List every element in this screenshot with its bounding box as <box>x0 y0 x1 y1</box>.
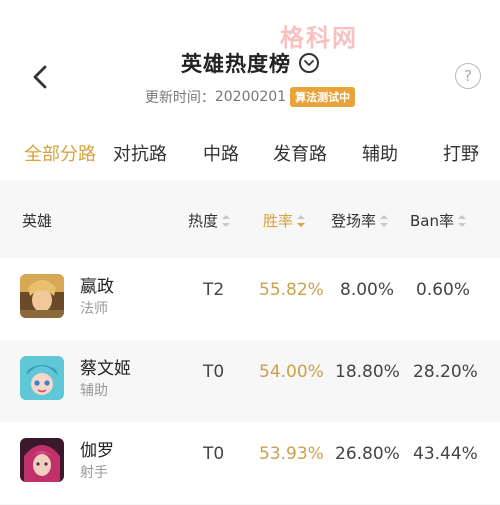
page-title: 英雄热度榜 <box>181 52 291 76</box>
column-hero-label: 英雄 <box>22 212 53 230</box>
tab-mid-lane[interactable]: 中路 <box>203 140 239 166</box>
hero-role: 射手 <box>80 465 108 481</box>
hero-name: 蔡文姬 <box>80 359 131 379</box>
title-row: 英雄热度榜 <box>0 46 500 80</box>
tab-clash-lane[interactable]: 对抗路 <box>113 140 167 166</box>
status-badge: 算法测试中 <box>290 87 356 107</box>
update-info: 更新时间： 20200201 算法测试中 <box>0 86 500 108</box>
tab-support[interactable]: 辅助 <box>362 140 398 166</box>
hero-name: 伽罗 <box>80 441 114 461</box>
win-rate-value: 53.93% <box>259 444 324 464</box>
column-pick-rate[interactable]: 登场率 <box>331 210 389 231</box>
hero-portrait-icon <box>20 356 64 400</box>
column-heat[interactable]: 热度 <box>188 210 231 231</box>
column-win-rate-label: 胜率 <box>263 212 294 230</box>
column-pick-rate-label: 登场率 <box>331 212 377 230</box>
column-ban-rate-label: Ban率 <box>410 212 454 230</box>
question-mark-icon: ? <box>464 67 472 85</box>
heat-tier: T0 <box>203 362 225 382</box>
sort-desc-icon <box>297 214 306 227</box>
hero-portrait-icon <box>20 438 64 482</box>
hero-role: 法师 <box>80 301 108 317</box>
sort-icon <box>380 214 389 227</box>
column-heat-label: 热度 <box>188 212 219 230</box>
update-label: 更新时间： <box>144 90 215 106</box>
table-row[interactable]: 嬴政 法师 T2 55.82% 8.00% 0.60% <box>0 258 500 340</box>
win-rate-value: 54.00% <box>259 362 324 382</box>
heat-tier: T0 <box>203 444 225 464</box>
hero-table: 英雄 热度 胜率 登场率 Ban率 嬴政 法师 T2 55.82% 8.00% … <box>0 180 500 505</box>
header: 格科网 英雄热度榜 更新时间： 20200201 算法测试中 ? <box>0 0 500 120</box>
pick-rate-value: 18.80% <box>335 362 400 382</box>
tab-all-lanes[interactable]: 全部分路 <box>24 140 96 166</box>
column-win-rate[interactable]: 胜率 <box>263 210 306 231</box>
tab-farm-lane[interactable]: 发育路 <box>273 140 327 166</box>
column-ban-rate[interactable]: Ban率 <box>410 210 466 231</box>
hero-ranking-page: 格科网 英雄热度榜 更新时间： 20200201 算法测试中 ? 全部分路 对抗… <box>0 0 500 505</box>
ban-rate-value: 0.60% <box>416 280 471 300</box>
hero-portrait-icon <box>20 274 64 318</box>
update-value: 20200201 <box>214 89 287 105</box>
hero-name: 嬴政 <box>80 277 114 297</box>
hero-role: 辅助 <box>80 383 108 399</box>
table-header: 英雄 热度 胜率 登场率 Ban率 <box>0 180 500 258</box>
table-row[interactable]: 伽罗 射手 T0 53.93% 26.80% 43.44% <box>0 422 500 504</box>
chevron-down-icon <box>304 60 314 66</box>
sort-icon <box>222 214 231 227</box>
win-rate-value: 55.82% <box>259 280 324 300</box>
column-hero: 英雄 <box>22 210 52 231</box>
tab-jungle[interactable]: 打野 <box>443 140 479 166</box>
table-row[interactable]: 蔡文姬 辅助 T0 54.00% 18.80% 28.20% <box>0 340 500 422</box>
title-dropdown-button[interactable] <box>299 53 319 73</box>
sort-icon <box>458 214 466 227</box>
help-button[interactable]: ? <box>455 63 481 89</box>
ban-rate-value: 43.44% <box>413 444 478 464</box>
ban-rate-value: 28.20% <box>413 362 478 382</box>
heat-tier: T2 <box>203 280 225 300</box>
lane-tabs: 全部分路 对抗路 中路 发育路 辅助 打野 <box>0 130 500 174</box>
pick-rate-value: 8.00% <box>340 280 395 300</box>
pick-rate-value: 26.80% <box>335 444 400 464</box>
